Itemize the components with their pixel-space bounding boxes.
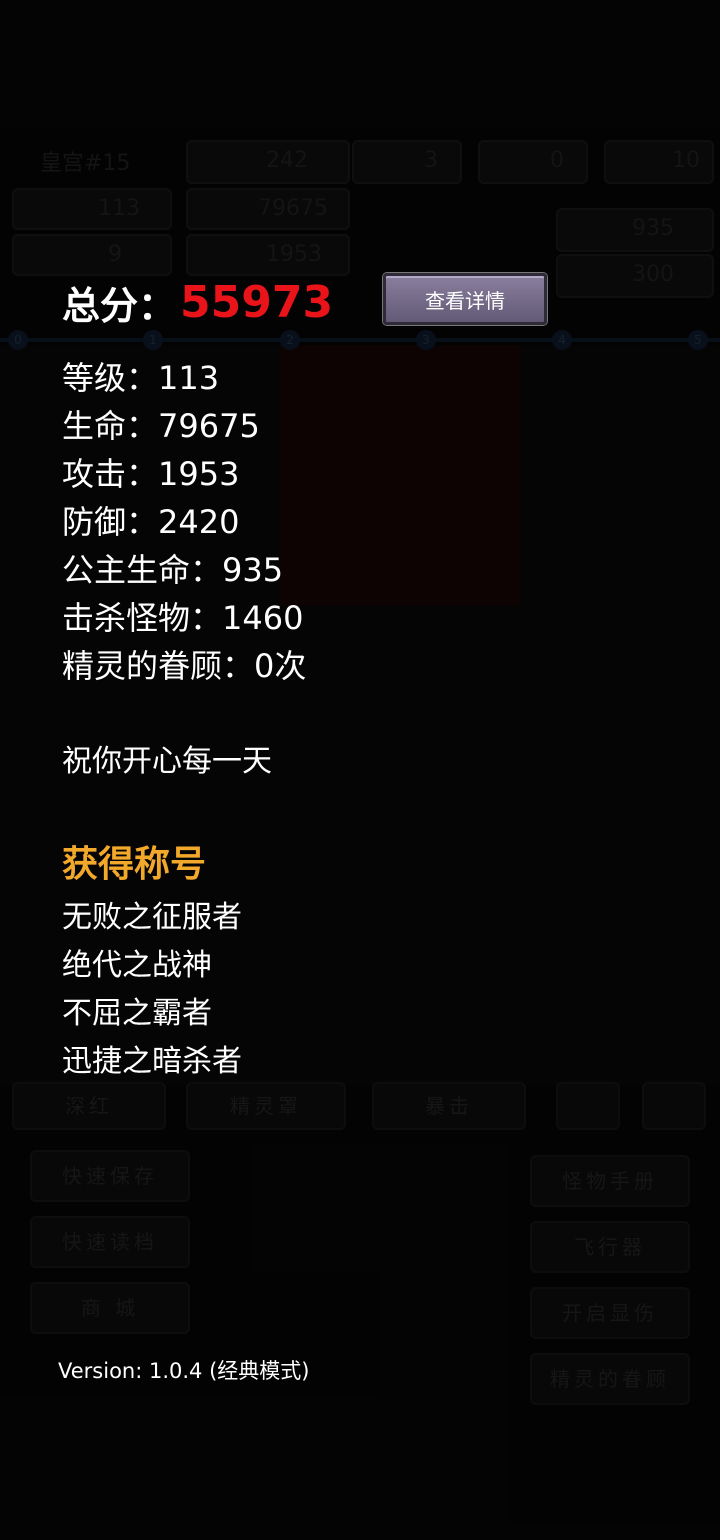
stat-spirit-favor: 精灵的眷顾：0次 <box>62 642 306 690</box>
stat-value: 935 <box>222 551 284 589</box>
version-label: Version: 1.0.4 (经典模式) <box>58 1359 310 1383</box>
stat-label: 击杀怪物： <box>62 599 223 637</box>
stat-value: 1460 <box>222 599 304 637</box>
wish-message: 祝你开心每一天 <box>62 744 272 779</box>
stats-list: 等级：113 生命：79675 攻击：1953 防御：2420 公主生命：935… <box>62 354 306 690</box>
titles-list: 无败之征服者 绝代之战神 不屈之霸者 迅捷之暗杀者 <box>62 894 242 1086</box>
stat-label: 公主生命： <box>62 551 223 589</box>
stat-label: 等级： <box>62 359 159 397</box>
stat-value: 1953 <box>158 455 240 493</box>
stat-princess-hp: 公主生命：935 <box>62 546 306 594</box>
title-item: 迅捷之暗杀者 <box>62 1044 242 1079</box>
total-score: 总分： 55973 <box>62 272 333 332</box>
stat-level: 等级：113 <box>62 354 306 402</box>
stat-hp: 生命：79675 <box>62 402 306 450</box>
stat-label: 攻击： <box>62 455 159 493</box>
stat-defense: 防御：2420 <box>62 498 306 546</box>
stat-label: 生命： <box>62 407 159 445</box>
total-score-label: 总分： <box>62 283 177 328</box>
stat-label: 防御： <box>62 503 159 541</box>
title-item: 不屈之霸者 <box>62 996 212 1031</box>
titles-heading: 获得称号 <box>62 844 207 885</box>
stat-value: 79675 <box>158 407 260 445</box>
stat-label: 精灵的眷顾： <box>62 647 255 685</box>
stat-attack: 攻击：1953 <box>62 450 306 498</box>
stat-value: 113 <box>158 359 220 397</box>
stat-value: 0次 <box>254 647 307 685</box>
title-item: 绝代之战神 <box>62 948 212 983</box>
total-score-value: 55973 <box>180 276 334 328</box>
stat-value: 2420 <box>158 503 240 541</box>
title-item: 无败之征服者 <box>62 900 242 935</box>
stat-kills: 击杀怪物：1460 <box>62 594 306 642</box>
view-details-button[interactable]: 查看详情 <box>383 273 547 325</box>
